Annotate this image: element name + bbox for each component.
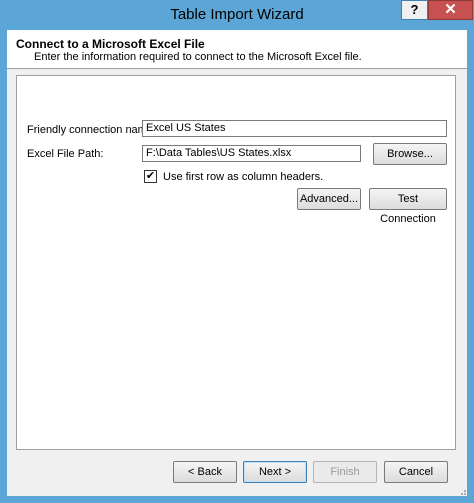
title-bar[interactable]: Table Import Wizard ? ✕ <box>0 0 474 30</box>
form-panel: Friendly connection name: Excel US State… <box>16 75 456 450</box>
browse-button[interactable]: Browse... <box>373 143 447 165</box>
file-path-label: Excel File Path: <box>27 148 104 160</box>
dialog-window: Table Import Wizard ? ✕ Connect to a Mic… <box>0 0 474 503</box>
page-subtitle: Enter the information required to connec… <box>34 51 362 63</box>
check-icon: ✔ <box>145 170 156 182</box>
help-icon: ? <box>410 2 419 17</box>
friendly-name-label: Friendly connection name: <box>27 124 157 136</box>
resize-grip-icon[interactable] <box>457 486 467 496</box>
wizard-header: Connect to a Microsoft Excel File Enter … <box>7 30 467 69</box>
close-button[interactable]: ✕ <box>428 0 473 20</box>
next-button[interactable]: Next > <box>243 461 307 483</box>
cancel-button[interactable]: Cancel <box>384 461 448 483</box>
close-icon: ✕ <box>444 1 457 18</box>
finish-button: Finish <box>313 461 377 483</box>
file-path-input[interactable]: F:\Data Tables\US States.xlsx <box>142 145 361 162</box>
dialog-client: Connect to a Microsoft Excel File Enter … <box>7 30 467 496</box>
first-row-checkbox[interactable]: ✔ <box>144 170 157 183</box>
back-button[interactable]: < Back <box>173 461 237 483</box>
test-connection-button[interactable]: Test Connection <box>369 188 447 225</box>
friendly-name-input[interactable]: Excel US States <box>142 120 447 137</box>
advanced-button[interactable]: Advanced... <box>297 188 361 210</box>
help-button[interactable]: ? <box>401 0 428 20</box>
page-title: Connect to a Microsoft Excel File <box>16 37 205 51</box>
first-row-label: Use first row as column headers. <box>163 171 324 183</box>
